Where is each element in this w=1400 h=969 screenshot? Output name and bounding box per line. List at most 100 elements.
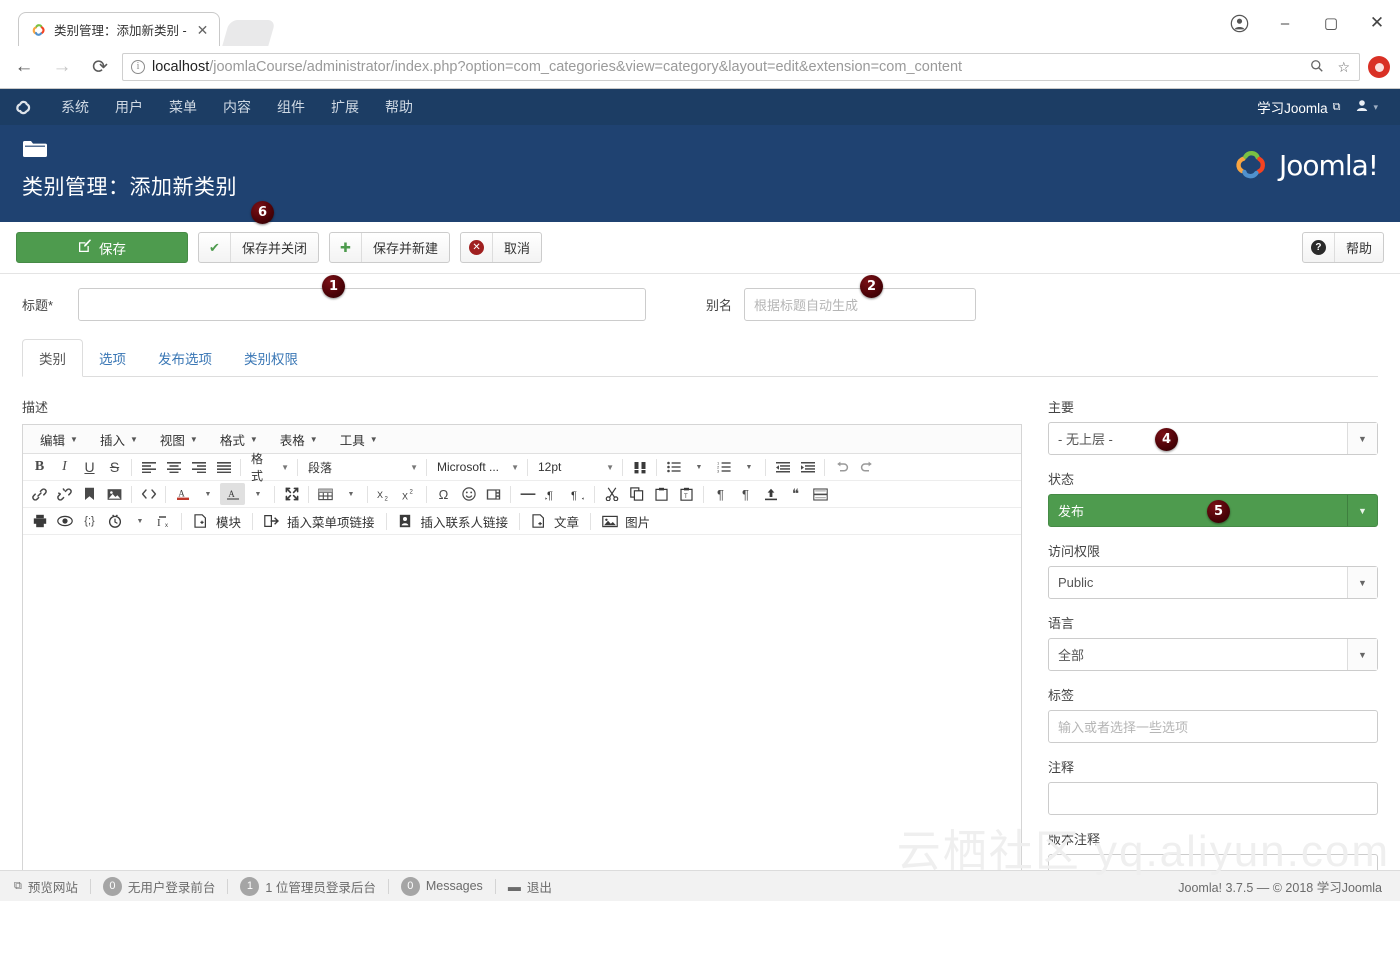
save-new-button[interactable]: ✚ 保存并新建 [329,232,451,263]
tags-input[interactable]: 输入或者选择一些选项 [1048,710,1378,743]
fullscreen-icon[interactable] [279,483,304,505]
insert-media-icon[interactable] [481,483,506,505]
user-menu[interactable]: ▾ [1348,99,1386,115]
copy-icon[interactable] [624,483,649,505]
align-center-icon[interactable] [161,456,186,478]
align-justify-icon[interactable] [211,456,236,478]
anchor-bookmark-icon[interactable] [77,483,102,505]
site-info-icon[interactable]: i [131,60,145,74]
align-left-icon[interactable] [136,456,161,478]
link-icon[interactable] [27,483,52,505]
cut-icon[interactable] [599,483,624,505]
menu-item-content[interactable]: 内容 [210,97,264,117]
editor-menu-format[interactable]: 格式 ▼ [209,430,269,449]
menu-item-help[interactable]: 帮助 [372,97,426,117]
address-bar[interactable]: i localhost/joomlaCourse/administrator/i… [122,53,1360,81]
paragraph-select[interactable]: 段落 ▼ [302,457,422,478]
search-icon[interactable] [1307,59,1327,76]
new-tab-button[interactable] [222,20,277,46]
font-size-select[interactable]: 12pt ▼ [532,457,618,478]
bullet-list-dropdown-icon[interactable]: ▼ [686,456,711,478]
bold-icon[interactable]: B [27,456,52,478]
menu-item-components[interactable]: 组件 [264,97,318,117]
insert-table-dropdown-icon[interactable]: ▼ [338,483,363,505]
save-button[interactable]: 保存 [16,232,188,263]
cancel-button[interactable]: ✕ 取消 [460,232,543,263]
admins-status[interactable]: 1 1 位管理员登录后台 [228,876,387,896]
strikethrough-icon[interactable]: S [102,456,127,478]
window-close-button[interactable]: ✕ [1354,7,1400,39]
special-character-icon[interactable]: Ω [431,483,456,505]
insert-image-icon[interactable] [102,483,127,505]
blockquote-icon[interactable]: ❝ [783,483,808,505]
insert-table-icon[interactable] [313,483,338,505]
logout-link[interactable]: ▬ 退出 [496,877,564,896]
editor-menu-insert[interactable]: 插入 ▼ [89,430,149,449]
font-family-select[interactable]: Microsoft ... ▼ [431,457,523,478]
tab-permissions[interactable]: 类别权限 [228,340,314,376]
alias-input[interactable]: 根据标题自动生成 [744,288,977,321]
help-button[interactable]: ? 帮助 [1301,232,1384,263]
paste-icon[interactable] [649,483,674,505]
tab-close-icon[interactable]: ✕ [194,23,212,37]
menu-item-menus[interactable]: 菜单 [156,97,210,117]
editor-menu-table[interactable]: 表格 ▼ [269,430,329,449]
account-icon[interactable] [1216,7,1262,39]
paste-as-text-icon[interactable]: T [674,483,699,505]
menu-item-users[interactable]: 用户 [102,97,156,117]
site-link[interactable]: 学习Joomla ⧉ [1249,97,1348,117]
unlink-icon[interactable] [52,483,77,505]
paragraph-mark-icon[interactable]: ¶ [733,483,758,505]
insert-contact-link-button[interactable]: 插入联系人链接 [391,510,516,532]
superscript-icon[interactable]: X2 [397,483,422,505]
forward-button[interactable]: → [46,51,78,83]
window-minimize-button[interactable]: – [1262,7,1308,39]
show-blocks-icon[interactable]: ¶ [708,483,733,505]
tab-publishing[interactable]: 发布选项 [142,340,228,376]
insert-image-button[interactable]: 图片 [595,510,657,532]
parent-select[interactable]: - 无上层 - ▼ 4 [1048,422,1378,455]
menu-item-extensions[interactable]: 扩展 [318,97,372,117]
preview-icon[interactable] [52,510,77,532]
italic-icon[interactable]: I [52,456,77,478]
preview-site-link[interactable]: ⧉ 预览网站 [14,877,90,896]
clear-formatting-icon[interactable]: Ix [152,510,177,532]
numbered-list-dropdown-icon[interactable]: ▼ [736,456,761,478]
emoticon-icon[interactable] [456,483,481,505]
text-color-dropdown-icon[interactable]: ▼ [195,483,220,505]
search-replace-icon[interactable] [627,456,652,478]
upload-icon[interactable] [758,483,783,505]
print-icon[interactable] [27,510,52,532]
insert-datetime-dropdown-icon[interactable]: ▼ [127,510,152,532]
numbered-list-icon[interactable]: 123 [711,456,736,478]
underline-icon[interactable]: U [77,456,102,478]
insert-datetime-icon[interactable] [102,510,127,532]
insert-menu-link-button[interactable]: 插入菜单项链接 [257,510,382,532]
menu-item-system[interactable]: 系统 [48,97,102,117]
bullet-list-icon[interactable] [661,456,686,478]
note-input[interactable] [1048,782,1378,815]
messages-status[interactable]: 0 Messages [389,876,495,896]
profile-avatar[interactable] [1368,56,1390,78]
undo-icon[interactable] [829,456,854,478]
text-color-icon[interactable]: A [170,483,195,505]
background-color-dropdown-icon[interactable]: ▼ [245,483,270,505]
reload-button[interactable]: ⟳ [84,51,116,83]
insert-module-button[interactable]: 模块 [186,510,248,532]
editor-menu-view[interactable]: 视图 ▼ [149,430,209,449]
format-select[interactable]: 格式 ▼ [245,452,293,483]
back-button[interactable]: ← [8,51,40,83]
editor-content-area[interactable] [23,535,1021,885]
ltr-direction-icon[interactable]: ¶ [540,483,565,505]
visitors-status[interactable]: 0 无用户登录前台 [91,876,228,896]
align-right-icon[interactable] [186,456,211,478]
joomla-logo-icon[interactable] [14,98,34,116]
tab-options[interactable]: 选项 [83,340,142,376]
code-snippet-icon[interactable]: {;} [77,510,102,532]
tab-category[interactable]: 类别 [22,339,83,377]
redo-icon[interactable] [854,456,879,478]
page-break-icon[interactable] [808,483,833,505]
subscript-icon[interactable]: X2 [372,483,397,505]
editor-menu-tools[interactable]: 工具 ▼ [329,430,389,449]
editor-menu-edit[interactable]: 编辑 ▼ [29,430,89,449]
